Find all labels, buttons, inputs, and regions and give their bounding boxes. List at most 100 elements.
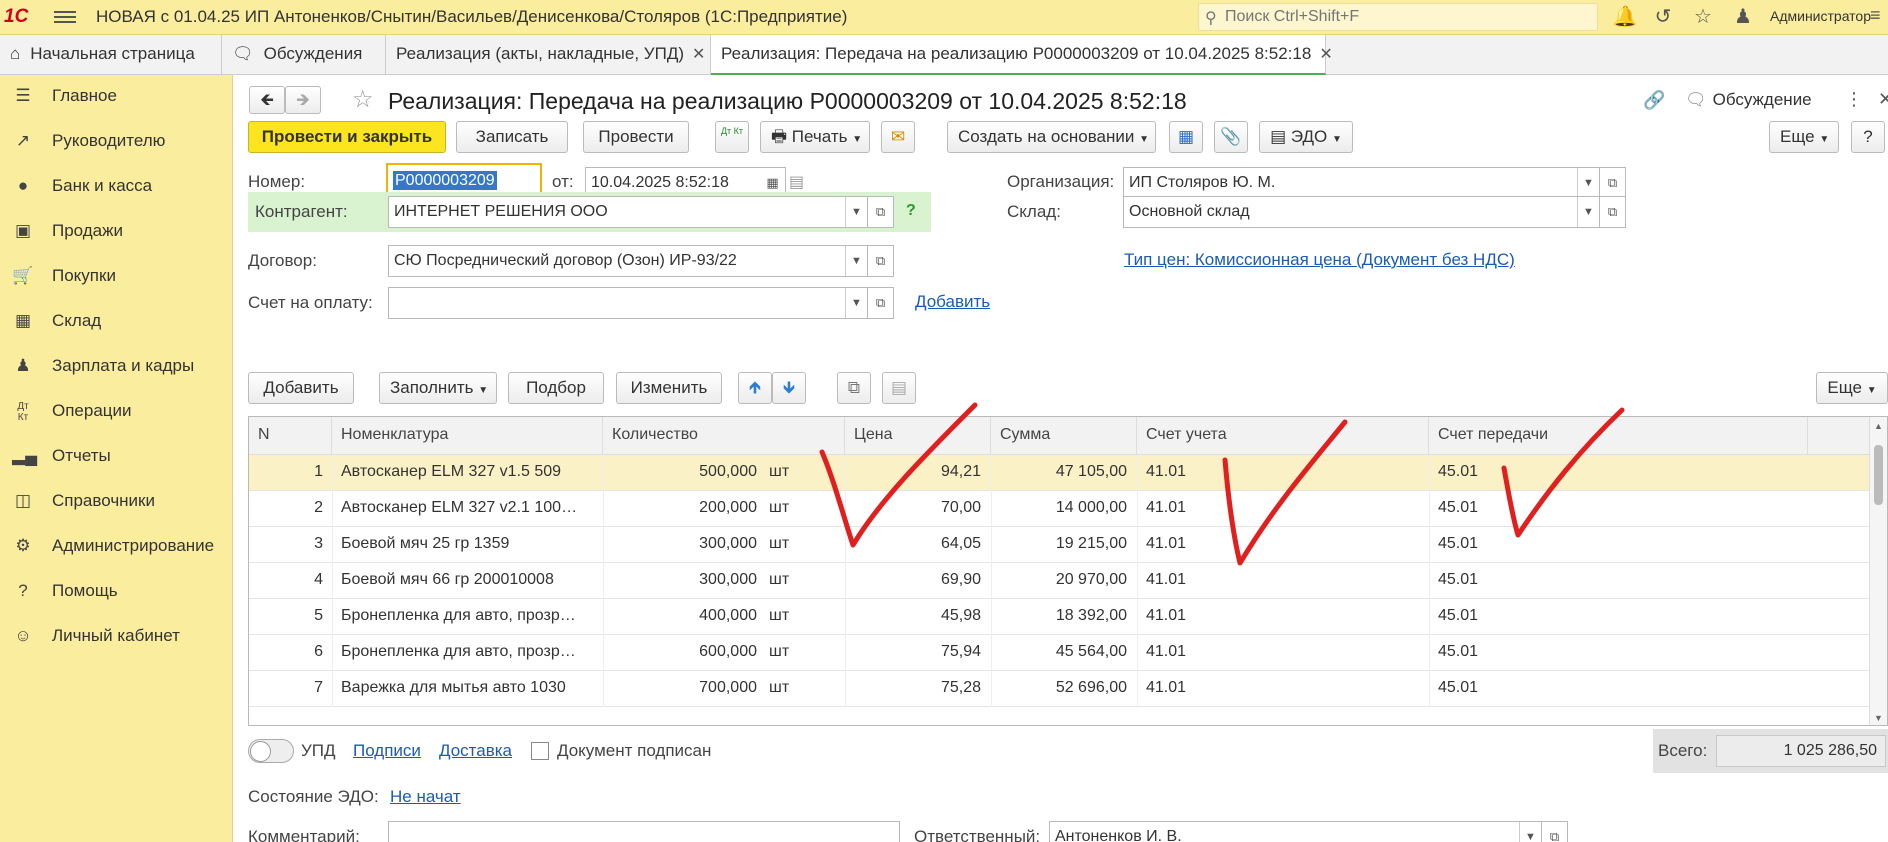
table-row[interactable]: 5 Бронепленка для авто, прозр… 400,000 шт 45… [249,599,1869,635]
move-down-button[interactable]: 🡻 [772,372,806,404]
col-sum[interactable]: Сумма [991,417,1137,455]
tab-sales-document[interactable]: Реализация: Передача на реализацию Р0000… [711,35,1333,75]
move-up-button[interactable]: 🡹 [738,372,772,404]
edo-state-link[interactable]: Не начат [390,787,461,807]
open-contractor-icon[interactable]: ⧉ [868,196,894,228]
responsible-field[interactable]: Антоненков И. В. ▼ [1049,821,1542,842]
tab-home[interactable]: ⌂ Начальная страница [0,35,222,75]
sidebar-item-warehouse[interactable]: ▦ Склад [0,300,233,342]
add-invoice-link[interactable]: Добавить [915,292,990,312]
col-quantity[interactable]: Количество [603,417,845,455]
open-organization-icon[interactable]: ⧉ [1600,167,1626,199]
sidebar-item-account[interactable]: ☺ Личный кабинет [0,615,233,657]
sidebar-item-main[interactable]: ☰ Главное [0,75,233,117]
paste-rows-button[interactable]: ▤ [882,372,916,404]
sidebar-item-bank[interactable]: ● Банк и касса [0,165,233,207]
signed-checkbox[interactable] [531,742,549,760]
chevron-down-icon[interactable]: ▼ [1577,168,1599,198]
table-row[interactable]: 7 Варежка для мытья авто 1030 700,000 шт 75,… [249,671,1869,707]
bell-icon[interactable]: 🔔 [1612,5,1638,31]
scroll-thumb[interactable] [1874,445,1883,505]
list-icon[interactable]: ▤ [789,172,804,192]
edo-button[interactable]: ▤ ЭДО ▼ [1259,121,1353,153]
col-transfer-account[interactable]: Счет передачи [1429,417,1808,455]
star-icon[interactable]: ☆ [1690,5,1716,31]
back-button[interactable]: 🡸 [249,86,285,114]
warehouse-field[interactable]: Основной склад ▼ [1123,196,1600,228]
sidebar-item-purchases[interactable]: 🛒 Покупки [0,255,233,297]
sidebar-item-help[interactable]: ? Помощь [0,570,233,612]
sidebar-item-salary[interactable]: ♟ Зарплата и кадры [0,345,233,387]
fill-button[interactable]: Заполнить ▼ [379,372,497,404]
print-button[interactable]: 🖶 Печать ▼ [760,121,870,153]
close-icon[interactable]: ✕ [1878,89,1888,110]
price-type-link[interactable]: Тип цен: Комиссионная цена (Документ без… [1124,250,1515,270]
scroll-down-icon[interactable]: ▼ [1874,713,1883,723]
help-button[interactable]: ? [1851,121,1885,153]
favorite-star-icon[interactable]: ☆ [352,85,374,114]
discuss-button[interactable]: 🗨 Обсуждение [1685,90,1812,110]
copy-rows-button[interactable]: ⧉ [837,372,871,404]
main-menu-icon[interactable] [54,8,76,26]
attach-button[interactable]: 📎 [1214,121,1248,153]
open-invoice-icon[interactable]: ⧉ [868,287,894,319]
kebab-menu-icon[interactable]: ⋮ [1845,89,1863,110]
table-row[interactable]: 1 Автосканер ELM 327 v1.5 509 500,000 шт 94,… [249,455,1869,491]
col-nomenclature[interactable]: Номенклатура [332,417,603,455]
history-icon[interactable]: ↺ [1650,5,1676,31]
settings-menu-icon[interactable]: ≡ [1870,5,1881,26]
forward-button[interactable]: 🡺 [285,86,321,114]
users-icon[interactable]: ♟ [1730,5,1756,31]
open-responsible-icon[interactable]: ⧉ [1542,821,1568,842]
sidebar-item-manager[interactable]: ↗ Руководителю [0,120,233,162]
dtkt-report-button[interactable]: Дт Кт [715,121,749,153]
change-button[interactable]: Изменить [616,372,722,404]
col-price[interactable]: Цена [845,417,991,455]
contractor-field[interactable]: ИНТЕРНЕТ РЕШЕНИЯ ООО ▼ [388,196,868,228]
table-scrollbar[interactable]: ▲ ▼ [1869,417,1887,725]
chevron-down-icon[interactable]: ▼ [845,197,867,227]
table-row[interactable]: 6 Бронепленка для авто, прозр… 600,000 шт 75… [249,635,1869,671]
create-based-on-button[interactable]: Создать на основании ▼ [947,121,1156,153]
col-account[interactable]: Счет учета [1137,417,1429,455]
current-user[interactable]: Администратор [1770,8,1871,24]
chevron-down-icon[interactable]: ▼ [1519,822,1541,842]
open-contract-icon[interactable]: ⧉ [868,245,894,277]
chevron-down-icon[interactable]: ▼ [845,246,867,276]
table-row[interactable]: 2 Автосканер ELM 327 v2.1 100… 200,000 шт 70… [249,491,1869,527]
sidebar-item-reports[interactable]: ▂▄ Отчеты [0,435,233,477]
open-warehouse-icon[interactable]: ⧉ [1600,196,1626,228]
tab-sales-list[interactable]: Реализация (акты, накладные, УПД) ✕ [386,35,711,75]
chevron-down-icon[interactable]: ▼ [1577,197,1599,227]
more-button[interactable]: Еще ▼ [1769,121,1839,153]
sidebar-item-catalogs[interactable]: ◫ Справочники [0,480,233,522]
post-button[interactable]: Провести [583,121,689,153]
search-input[interactable] [1225,7,1585,27]
add-row-button[interactable]: Добавить [248,372,354,404]
upd-toggle[interactable] [248,739,294,763]
post-and-close-button[interactable]: Провести и закрыть [248,121,446,153]
pick-button[interactable]: Подбор [508,372,604,404]
table-row[interactable]: 3 Боевой мяч 25 гр 1359 300,000 шт 64,05 19 2… [249,527,1869,563]
sidebar-item-operations[interactable]: Дт Кт Операции [0,390,233,432]
tab-discussions[interactable]: 🗨 Обсуждения [222,35,386,75]
contract-field[interactable]: СЮ Посреднический договор (Озон) ИР-93/2… [388,245,868,277]
email-button[interactable]: ✉ [881,121,915,153]
global-search[interactable]: ⚲ [1198,3,1598,31]
table-row[interactable]: 4 Боевой мяч 66 гр 200010008 300,000 шт 69,9… [249,563,1869,599]
chevron-down-icon[interactable]: ▼ [845,288,867,318]
save-button[interactable]: Записать [456,121,568,153]
link-icon[interactable]: 🔗 [1643,90,1665,111]
col-n[interactable]: N [249,417,332,455]
comment-field[interactable] [388,821,900,842]
delivery-link[interactable]: Доставка [439,741,512,761]
close-icon[interactable]: ✕ [692,46,705,63]
organization-field[interactable]: ИП Столяров Ю. М. ▼ [1123,167,1600,199]
structure-button[interactable]: ▦ [1169,121,1203,153]
goods-table[interactable]: N Номенклатура Количество Цена Сумма Сче… [248,416,1888,726]
sidebar-item-sales[interactable]: ▣ Продажи [0,210,233,252]
close-icon[interactable]: ✕ [1319,46,1332,63]
sidebar-item-admin[interactable]: ⚙ Администрирование [0,525,233,567]
scroll-up-icon[interactable]: ▲ [1874,421,1883,431]
invoice-field[interactable]: ▼ [388,287,868,319]
